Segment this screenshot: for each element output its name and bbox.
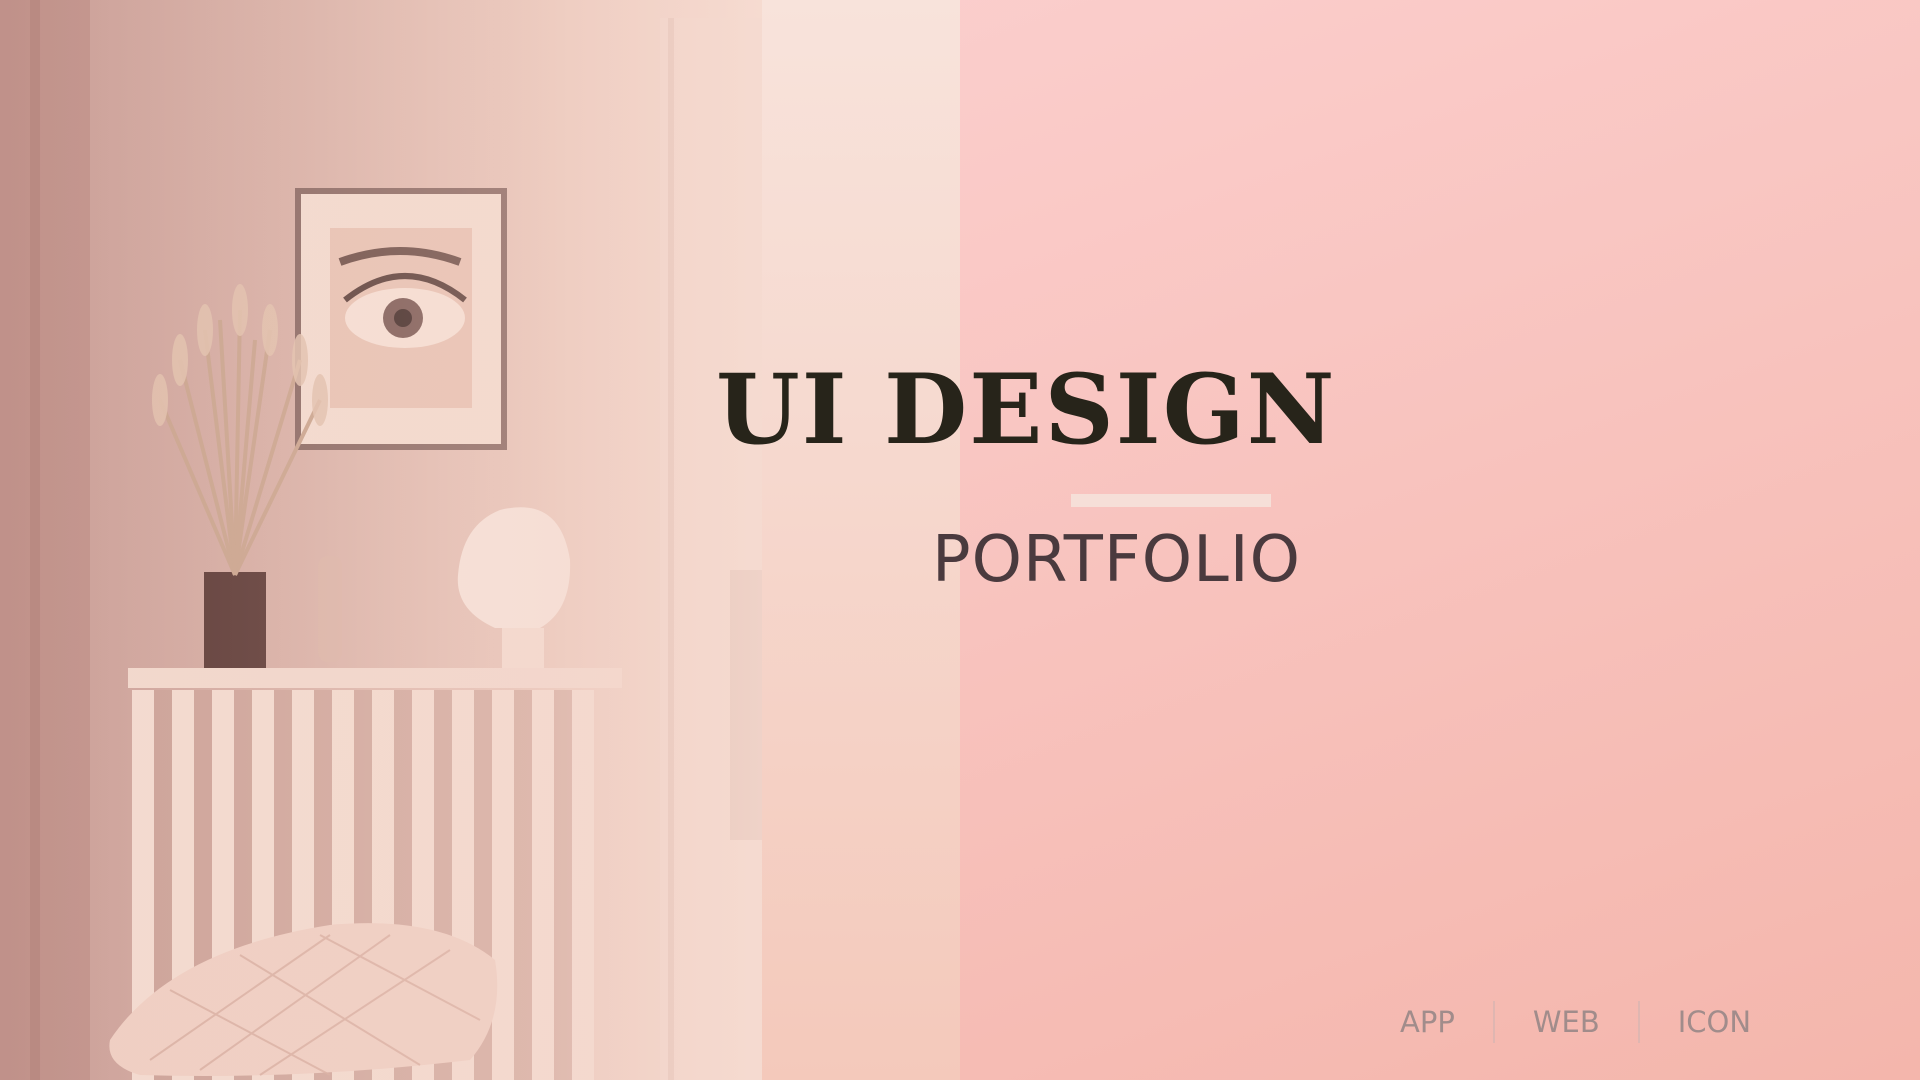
slide-title: UI DESIGN: [716, 353, 1337, 466]
nav-item-icon[interactable]: ICON: [1678, 1007, 1751, 1037]
nav-separator: [1637, 1001, 1640, 1043]
nav-item-web[interactable]: WEB: [1533, 1007, 1600, 1037]
cream-band: [762, 0, 960, 1080]
section-nav: APP WEB ICON: [1400, 1000, 1751, 1044]
slide: UI DESIGN PORTFOLIO APP WEB ICON: [0, 0, 1920, 1080]
room-interior-illustration: [0, 0, 762, 1080]
nav-separator: [1492, 1001, 1495, 1043]
nav-item-app[interactable]: APP: [1400, 1007, 1455, 1037]
title-divider: [1071, 494, 1271, 507]
slide-subtitle: PORTFOLIO: [932, 523, 1301, 597]
room-interior-photo: [0, 0, 762, 1080]
